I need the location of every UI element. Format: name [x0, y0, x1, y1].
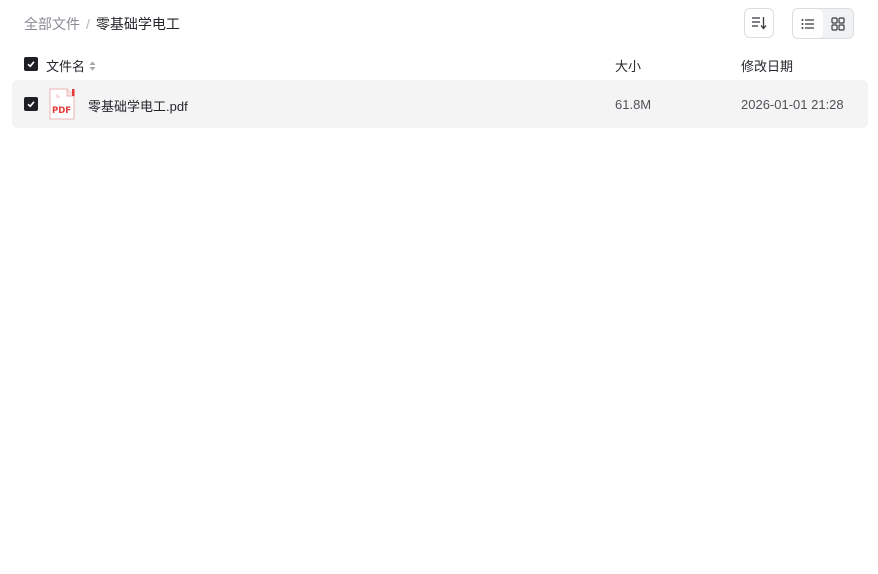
view-toggle	[792, 8, 854, 39]
row-checkbox[interactable]	[24, 97, 38, 111]
breadcrumb: 全部文件 / 零基础学电工	[24, 14, 180, 34]
sort-icon	[752, 17, 767, 30]
sort-caret-icon[interactable]	[89, 61, 96, 71]
grid-view-button[interactable]	[823, 9, 853, 38]
svg-text:PDF: PDF	[52, 106, 71, 116]
grid-view-icon	[831, 16, 845, 31]
table-row[interactable]: PDF 零基础学电工.pdf 61.8M 2026-01-01 21:28	[12, 80, 868, 128]
file-name-link[interactable]: 零基础学电工.pdf	[88, 96, 188, 115]
breadcrumb-current: 零基础学电工	[95, 16, 180, 32]
select-all-checkbox[interactable]	[24, 57, 38, 71]
file-size: 61.8M	[615, 97, 652, 112]
column-header-modified[interactable]: 修改日期	[741, 56, 793, 75]
pdf-icon: PDF	[48, 88, 76, 120]
check-icon	[27, 61, 35, 68]
list-view-button[interactable]	[793, 9, 823, 38]
table-header: 文件名 大小 修改日期	[12, 52, 868, 76]
breadcrumb-separator: /	[86, 16, 90, 32]
column-header-size[interactable]: 大小	[615, 56, 641, 75]
breadcrumb-root-link[interactable]: 全部文件	[24, 14, 80, 34]
check-icon	[27, 101, 35, 108]
sort-button[interactable]	[744, 8, 774, 38]
list-view-icon	[801, 18, 814, 29]
column-header-name[interactable]: 文件名	[46, 56, 96, 75]
column-header-name-label: 文件名	[46, 59, 86, 74]
file-modified-date: 2026-01-01 21:28	[741, 97, 844, 112]
